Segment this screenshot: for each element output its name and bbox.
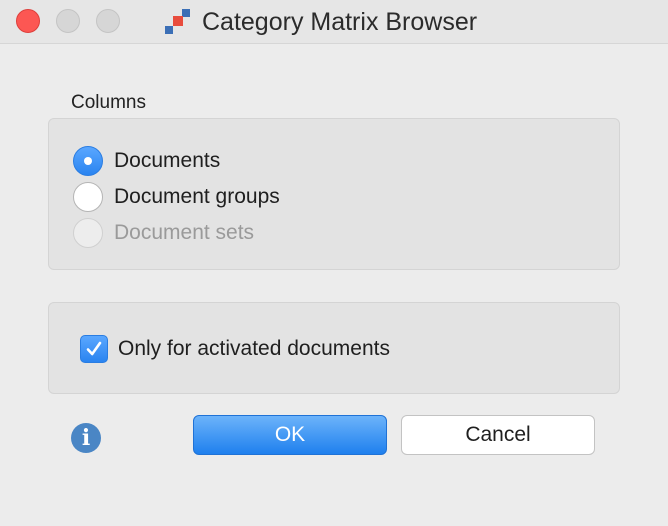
cancel-button[interactable]: Cancel xyxy=(401,415,595,455)
info-icon[interactable]: i xyxy=(71,423,101,453)
app-logo-icon xyxy=(165,9,190,34)
radio-documents-label: Documents xyxy=(114,149,221,172)
radio-document-sets: Document sets xyxy=(73,217,254,249)
radio-document-groups[interactable]: Document groups xyxy=(73,181,280,213)
radio-document-sets-label: Document sets xyxy=(114,221,255,244)
window-title: Category Matrix Browser xyxy=(202,8,478,36)
radio-document-groups-label: Document groups xyxy=(114,185,280,208)
title-bar: Category Matrix Browser xyxy=(0,0,668,44)
radio-selected-indicator[interactable] xyxy=(73,146,103,176)
checkmark-icon xyxy=(86,341,102,356)
ok-button[interactable]: OK xyxy=(193,415,387,455)
only-activated-checkbox[interactable] xyxy=(80,335,108,363)
radio-documents[interactable]: Documents xyxy=(73,145,220,177)
radio-disabled-indicator xyxy=(73,218,103,248)
only-activated-label: Only for activated documents xyxy=(118,337,390,360)
only-activated-checkbox-row[interactable]: Only for activated documents xyxy=(80,334,390,364)
maximize-window-button[interactable] xyxy=(96,9,120,33)
radio-unselected-indicator[interactable] xyxy=(73,182,103,212)
dialog-window: Category Matrix Browser Columns Document… xyxy=(0,0,668,526)
close-window-button[interactable] xyxy=(16,9,40,33)
columns-label: Columns xyxy=(71,92,146,113)
minimize-window-button[interactable] xyxy=(56,9,80,33)
